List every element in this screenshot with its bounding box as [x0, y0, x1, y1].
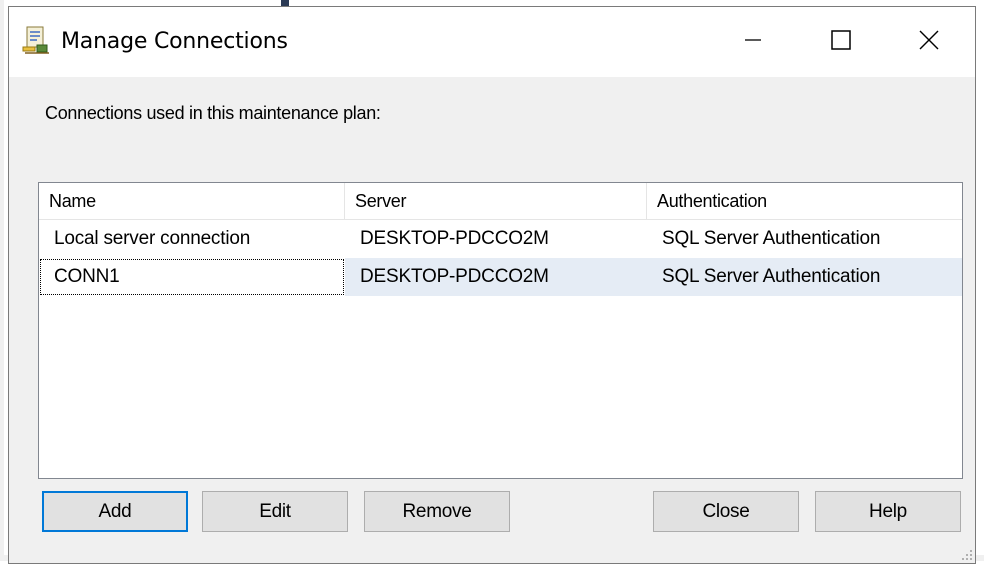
connections-caption: Connections used in this maintenance pla…	[45, 103, 381, 123]
add-button[interactable]: Add	[42, 491, 188, 532]
help-button[interactable]: Help	[815, 491, 961, 532]
resize-grip-icon[interactable]	[959, 547, 973, 561]
column-header-server[interactable]: Server	[345, 183, 647, 219]
cell-authentication: SQL Server Authentication	[662, 266, 881, 287]
cell-server: DESKTOP-PDCCO2M	[360, 228, 549, 249]
connections-list[interactable]: Name Server Authentication Local server …	[38, 182, 963, 479]
table-row-selected[interactable]: CONN1 DESKTOP-PDCCO2M SQL Server Authent…	[39, 258, 962, 296]
cell-name: CONN1	[39, 258, 345, 296]
title-bar[interactable]: Manage Connections	[9, 7, 975, 77]
list-header: Name Server Authentication	[39, 183, 962, 220]
cell-name: Local server connection	[54, 228, 251, 249]
close-icon	[918, 29, 940, 56]
minimize-button[interactable]	[709, 7, 797, 77]
minimize-icon	[743, 30, 763, 55]
remove-button[interactable]: Remove	[364, 491, 510, 532]
column-header-authentication[interactable]: Authentication	[647, 183, 962, 219]
background-edge	[0, 0, 4, 561]
cell-server: DESKTOP-PDCCO2M	[360, 266, 549, 287]
cell-authentication: SQL Server Authentication	[662, 228, 881, 249]
close-button[interactable]: Close	[653, 491, 799, 532]
edit-button[interactable]: Edit	[202, 491, 348, 532]
table-row[interactable]: Local server connection DESKTOP-PDCCO2M …	[39, 220, 962, 258]
manage-connections-dialog: Manage Connections Connections used in t…	[8, 6, 976, 564]
maximize-button[interactable]	[797, 7, 885, 77]
maximize-icon	[830, 29, 852, 56]
window-title: Manage Connections	[61, 29, 288, 54]
column-header-name[interactable]: Name	[39, 183, 345, 219]
close-window-button[interactable]	[885, 7, 973, 77]
manage-connections-app-icon	[21, 25, 51, 55]
